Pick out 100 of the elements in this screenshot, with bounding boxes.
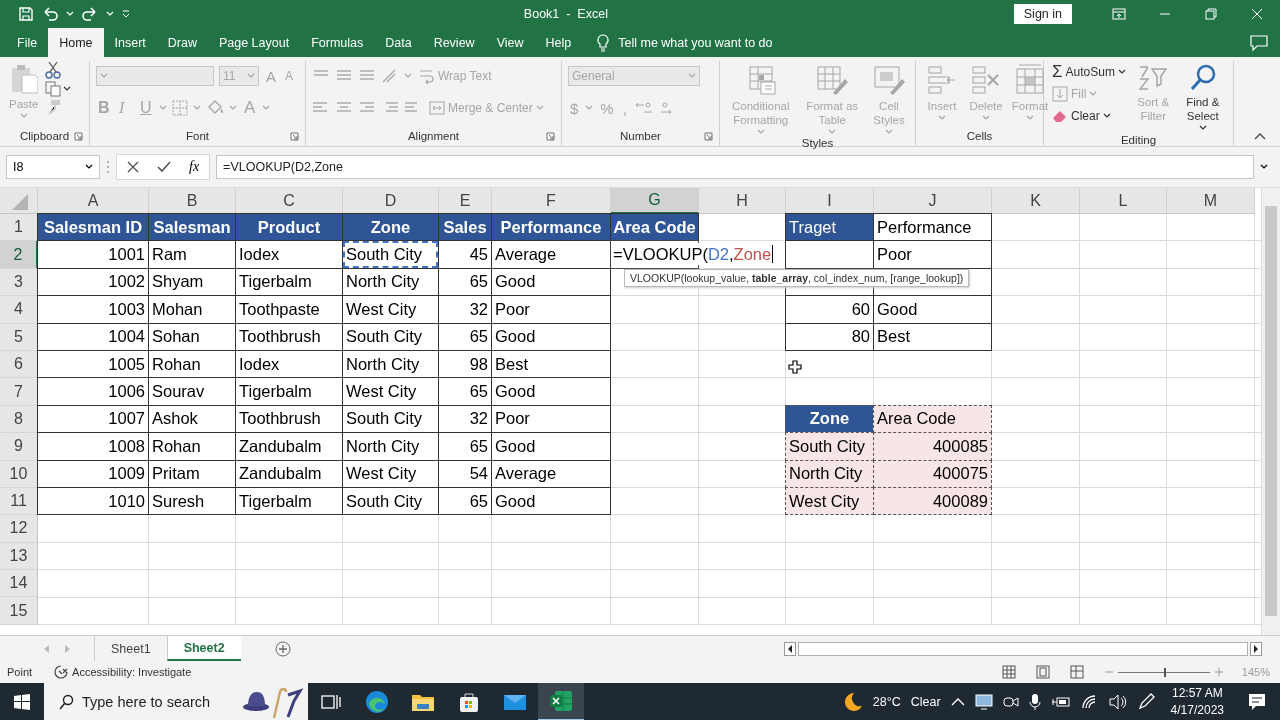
clock-time[interactable]: 12:57 AM — [1171, 685, 1223, 702]
speaker-icon[interactable] — [1108, 694, 1127, 710]
normal-view-icon[interactable] — [1001, 665, 1016, 679]
clock-date[interactable]: 4/17/2023 — [1170, 702, 1224, 719]
formula-cell-input[interactable]: =VLOOKUP(D2,Zone — [613, 243, 774, 266]
caret-icon — [19, 113, 28, 119]
column-header[interactable]: I — [786, 188, 874, 214]
collapse-ribbon-icon[interactable] — [1254, 132, 1266, 140]
insert-function-button[interactable]: fx — [189, 159, 200, 175]
column-header[interactable]: M — [1167, 188, 1255, 214]
row-header[interactable]: 5 — [0, 323, 38, 351]
find-select-button[interactable]: Find & Select — [1178, 61, 1227, 133]
ribbon-tab[interactable]: Help — [534, 28, 583, 57]
pen-icon[interactable] — [1136, 693, 1155, 711]
column-header[interactable]: D — [343, 188, 439, 214]
name-box[interactable]: I8 — [6, 155, 100, 179]
header-cell: Zone — [342, 213, 439, 242]
page-break-view-icon[interactable] — [1069, 665, 1084, 679]
caret-icon — [1026, 115, 1034, 121]
fill-down-icon — [1052, 86, 1068, 102]
chevron-up-icon[interactable] — [950, 697, 965, 707]
taskbar-search-field[interactable]: Type here to search — [44, 683, 308, 720]
column-header[interactable]: J — [874, 188, 992, 214]
column-header[interactable]: A — [38, 188, 149, 214]
table-cell: 400085 — [873, 432, 992, 461]
row-header[interactable]: 11 — [0, 487, 38, 516]
save-icon[interactable] — [18, 5, 34, 22]
sheet-tab[interactable]: Sheet2 — [166, 636, 241, 661]
row-header[interactable]: 10 — [0, 460, 38, 488]
row-header[interactable]: 15 — [0, 597, 38, 625]
undo-icon[interactable] — [41, 5, 59, 22]
row-header[interactable]: 8 — [0, 405, 38, 434]
group-label: Font — [186, 130, 209, 142]
row-header[interactable]: 12 — [0, 515, 38, 543]
ribbon-tab[interactable]: Review — [422, 28, 486, 57]
taskbar-app-button[interactable] — [538, 683, 584, 720]
row-header[interactable]: 1 — [0, 214, 38, 242]
ribbon-tab[interactable]: Insert — [103, 28, 157, 57]
column-header[interactable]: K — [992, 188, 1080, 214]
accessibility-status[interactable]: Accessibility: Investigate — [72, 666, 192, 678]
caret-icon — [262, 105, 271, 111]
column-header[interactable]: H — [699, 188, 786, 214]
caret-icon — [828, 129, 837, 135]
column-header[interactable]: F — [492, 188, 611, 214]
ribbon-tab[interactable]: Home — [48, 28, 104, 57]
cell-brush-icon — [872, 63, 906, 97]
ribbon-tab[interactable]: File — [6, 28, 49, 57]
row-header[interactable]: 14 — [0, 570, 38, 598]
redo-icon[interactable] — [81, 5, 99, 22]
header-cell: Salesman ID — [37, 213, 149, 242]
camera-icon[interactable] — [1002, 694, 1019, 710]
clear-button[interactable]: Clear — [1050, 105, 1128, 127]
column-header[interactable]: B — [149, 188, 236, 214]
customize-icon[interactable] — [121, 8, 131, 19]
row-header[interactable]: 3 — [0, 268, 38, 297]
row-header[interactable]: 13 — [0, 542, 38, 571]
wrap-text-icon — [419, 68, 435, 84]
sort-filter-icon — [1138, 63, 1169, 93]
weather-condition[interactable]: Clear — [910, 695, 941, 709]
vertical-scrollbar[interactable] — [1261, 188, 1280, 635]
column-header[interactable]: L — [1080, 188, 1167, 214]
row-header[interactable]: 2 — [0, 241, 38, 269]
tell-me-search[interactable]: Tell me what you want to do — [618, 35, 773, 50]
row-header[interactable]: 9 — [0, 433, 38, 461]
group-label: Clipboard — [19, 130, 70, 142]
row-header[interactable]: 4 — [0, 296, 38, 324]
header-cell: Traget — [785, 213, 874, 242]
scissors-icon[interactable] — [45, 61, 62, 79]
function-tooltip: VLOOKUP(lookup_value, table_array, col_index_num, [range_lookup]) — [624, 269, 970, 287]
caret-icon — [982, 115, 990, 121]
column-header[interactable]: E — [439, 188, 492, 214]
row-header[interactable]: 6 — [0, 350, 38, 379]
window-title: Book1 - Excel — [522, 6, 609, 21]
row-header[interactable]: 7 — [0, 378, 38, 406]
comment-icon[interactable] — [1250, 34, 1268, 51]
ribbon-tab[interactable]: Draw — [156, 28, 208, 57]
sign-in-button[interactable]: Sign in — [1013, 3, 1072, 24]
zoom-slider-thumb[interactable] — [1163, 667, 1166, 677]
cancel-icon[interactable] — [127, 161, 139, 173]
caret-icon — [229, 105, 237, 111]
ribbon-tab[interactable]: Data — [374, 28, 423, 57]
table-cell: South City — [785, 432, 874, 461]
dialog-launcher-icon[interactable] — [74, 131, 83, 141]
ribbon-tab[interactable]: View — [485, 28, 535, 57]
enter-icon[interactable] — [157, 161, 171, 173]
autosum-button[interactable]: Σ AutoSum — [1050, 61, 1128, 83]
temperature[interactable]: 28°C — [872, 695, 901, 709]
notifications-icon[interactable] — [1248, 693, 1266, 711]
ribbon-tab[interactable]: Page Layout — [207, 28, 301, 57]
group-label: Number — [620, 130, 661, 142]
column-header[interactable]: C — [236, 188, 343, 214]
battery-plug-icon[interactable] — [1050, 695, 1071, 709]
header-cell: Area Code — [610, 213, 699, 242]
microphone-icon[interactable] — [1028, 693, 1041, 711]
monitor-icon[interactable] — [974, 694, 993, 710]
ribbon-tab[interactable]: Formulas — [300, 28, 375, 57]
formula-input[interactable]: =VLOOKUP(D2,Zone — [216, 155, 1254, 179]
page-layout-view-icon[interactable] — [1035, 665, 1050, 679]
copy-icon[interactable] — [45, 81, 62, 97]
column-header[interactable]: G — [611, 188, 699, 214]
